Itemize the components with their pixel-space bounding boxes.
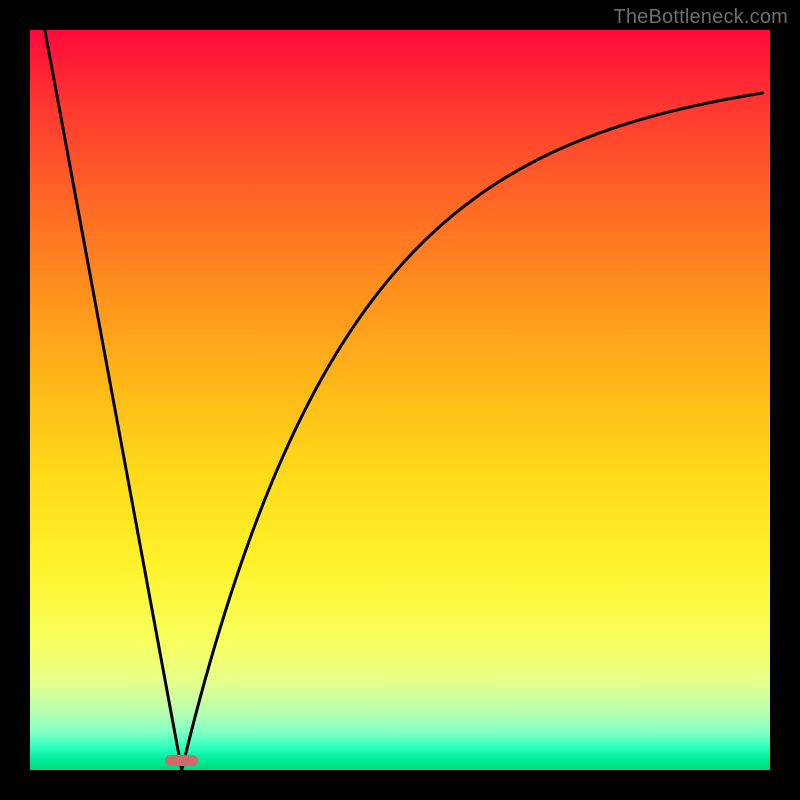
chart-frame: TheBottleneck.com	[0, 0, 800, 800]
curve-path	[45, 30, 763, 770]
watermark-text: TheBottleneck.com	[613, 6, 788, 29]
plot-area	[30, 30, 770, 770]
bottleneck-curve	[30, 30, 770, 770]
optimum-marker	[165, 755, 198, 766]
